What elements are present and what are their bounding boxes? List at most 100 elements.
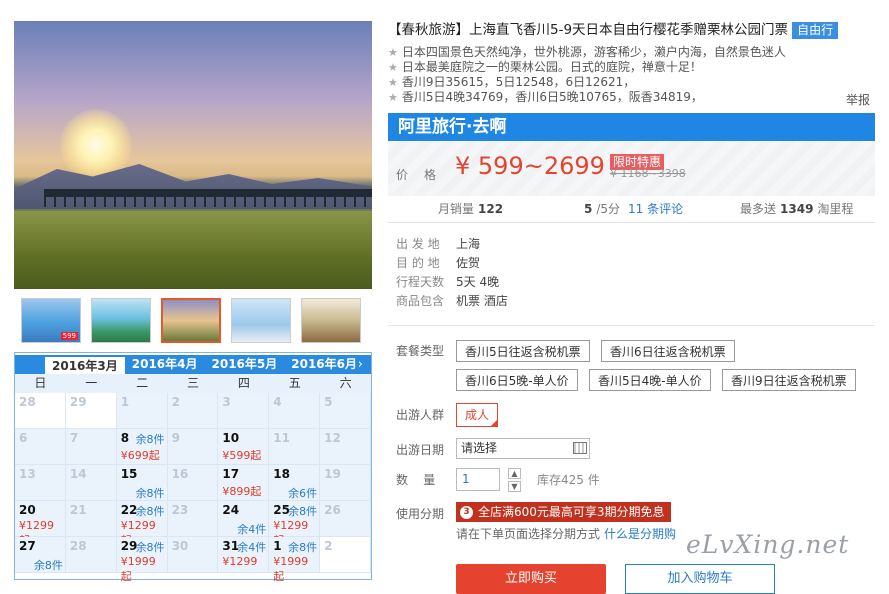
quantity-decrease-button[interactable]: ▼: [508, 481, 521, 492]
feature-line-4: ★ 香川5日4晚34769，香川6日5晚10765，阪香34819，: [388, 90, 703, 105]
remaining-count: 余8件: [288, 541, 318, 554]
day-price: ¥699起: [120, 449, 160, 462]
calendar-day: 2: [320, 537, 371, 573]
calendar-day[interactable]: 31 余4件 ¥1299: [218, 537, 270, 573]
day-number: 2: [324, 539, 333, 553]
thumbnail-3-selected[interactable]: [161, 298, 221, 343]
monthly-sales: 月销量 122: [438, 200, 507, 217]
divider: [388, 325, 875, 326]
installment-label: 使用分期: [396, 507, 445, 521]
calendar-day[interactable]: 10 ¥599起: [218, 429, 270, 465]
remaining-count: 余8件: [135, 541, 165, 554]
calendar-month-tab[interactable]: 2016年3月: [45, 355, 125, 376]
thumbnail-2[interactable]: [91, 298, 151, 343]
installment-note-text: 请在下单页面选择分期方式: [456, 527, 601, 541]
calendar-day[interactable]: 24 余4件: [218, 501, 270, 537]
calendar-month-tab[interactable]: 2016年6月: [284, 355, 364, 374]
info-value: 佐贺: [456, 256, 481, 270]
calendar-icon[interactable]: [573, 442, 587, 454]
info-label: 商品包含: [396, 294, 445, 308]
package-option-5[interactable]: 香川9日往返含税机票: [722, 369, 856, 391]
package-option-4[interactable]: 香川5日4晚-单人价: [589, 369, 711, 391]
star-icon: ★: [388, 91, 398, 104]
calendar-day[interactable]: 25余8件¥1299起: [269, 501, 321, 547]
day-number: 28: [19, 395, 36, 409]
reviews-link[interactable]: 11 条评论: [628, 202, 683, 216]
calendar-day[interactable]: 27 余8件: [15, 537, 66, 573]
chevron-right-icon[interactable]: ›: [358, 355, 363, 374]
day-number: 30: [171, 539, 189, 553]
package-option-2[interactable]: 香川6日往返含税机票: [601, 340, 735, 362]
traveler-adult-option[interactable]: 成人: [456, 403, 499, 427]
package-option-3[interactable]: 香川6日5晚-单人价: [456, 369, 578, 391]
thumbnail-1[interactable]: 599: [21, 298, 81, 343]
day-number: 1: [273, 539, 282, 553]
add-to-cart-button[interactable]: 加入购物车: [625, 564, 775, 594]
calendar-day: 1: [116, 393, 168, 429]
calendar-day: 14: [65, 465, 117, 501]
calendar-day[interactable]: 1 余8件 ¥1999起: [269, 537, 321, 583]
remaining-count: 余8件: [33, 559, 63, 572]
feature-text: 日本最美庭院之一的栗林公园。日式的庭院，禅意十足！: [401, 60, 702, 74]
divider: [388, 222, 875, 223]
grass-field: [14, 211, 372, 289]
info-label: 行程天数: [396, 275, 445, 289]
calendar-day[interactable]: 29 余8件 ¥1999起: [116, 537, 168, 583]
travel-date-label: 出游日期: [396, 443, 445, 457]
info-label: 出 发 地: [396, 237, 440, 251]
calendar-day: 11: [269, 429, 321, 465]
day-number: 8: [120, 431, 130, 445]
report-link[interactable]: 举报: [846, 91, 870, 108]
day-number: 9: [171, 431, 180, 445]
day-number: 29: [69, 395, 87, 409]
package-option-1[interactable]: 香川5日往返含税机票: [456, 340, 590, 362]
main-product-photo: [14, 21, 372, 289]
installment-help-link[interactable]: 什么是分期购: [604, 527, 676, 541]
calendar-day[interactable]: 20¥1299起: [15, 501, 66, 547]
weekday-label: 日: [34, 376, 47, 390]
rating: 5/5分 11 条评论: [580, 200, 683, 217]
monthly-sales-value: 122: [478, 202, 504, 216]
buy-now-button[interactable]: 立即购买: [456, 564, 606, 594]
calendar-day[interactable]: 15 余8件: [116, 465, 168, 501]
calendar-day[interactable]: 18 余6件: [269, 465, 321, 501]
calendar-day[interactable]: 22余8件¥1299起: [116, 501, 168, 547]
calendar-month-tab[interactable]: 2016年5月: [204, 355, 285, 374]
thumbnail-4[interactable]: [231, 298, 291, 343]
quantity-increase-button[interactable]: ▲: [508, 468, 521, 479]
reward-points: 最多送 1349 淘里程: [740, 200, 853, 217]
thumbnail-5[interactable]: [301, 298, 361, 343]
feature-line-2: ★ 日本最美庭院之一的栗林公园。日式的庭院，禅意十足！: [388, 60, 702, 75]
price-label: 价格: [396, 168, 453, 182]
calendar-day: 6: [15, 429, 66, 465]
day-number: 6: [19, 431, 28, 445]
day-price: ¥899起: [222, 485, 262, 498]
product-title: 【春秋旅游】上海直飞香川5-9天日本自由行樱花季赠栗林公园门票 自由行: [388, 21, 858, 39]
calendar-day: 30: [167, 537, 219, 573]
feature-text: 日本四国景色天然纯净，世外桃源，游客稀少，濑户内海，自然景色迷人: [401, 45, 786, 59]
calendar-day: 19: [320, 465, 371, 501]
info-duration: 行程天数 5天 4晚: [396, 274, 499, 290]
date-placeholder: 请选择: [461, 441, 498, 455]
star-icon: ★: [388, 61, 398, 74]
info-value: 机票 酒店: [456, 294, 508, 308]
info-label: 目 的 地: [396, 256, 440, 270]
day-number: 11: [273, 431, 290, 445]
calendar-day[interactable]: 8 余8件 ¥699起: [116, 429, 168, 465]
calendar-month-tab[interactable]: 2016年4月: [124, 355, 205, 374]
remaining-count: 余8件: [288, 505, 318, 518]
calendar-day: 26: [320, 501, 371, 537]
remaining-count: 余4件: [237, 523, 267, 536]
points-value: 1349: [780, 202, 814, 216]
weekday-label: 五: [288, 376, 301, 390]
weekday-label: 二: [136, 376, 149, 390]
day-number: 16: [171, 467, 189, 481]
quantity-input[interactable]: 1: [456, 468, 500, 491]
travel-date-select[interactable]: 请选择: [456, 438, 590, 459]
points-label: 最多送: [740, 202, 777, 216]
calendar-day[interactable]: 17 ¥899起: [218, 465, 270, 501]
remaining-count: 余4件: [237, 541, 267, 554]
price-value: ¥ 599~2699: [455, 152, 605, 180]
feature-line-1: ★ 日本四国景色天然纯净，世外桃源，游客稀少，濑户内海，自然景色迷人: [388, 45, 786, 60]
day-number: 1: [120, 395, 130, 409]
